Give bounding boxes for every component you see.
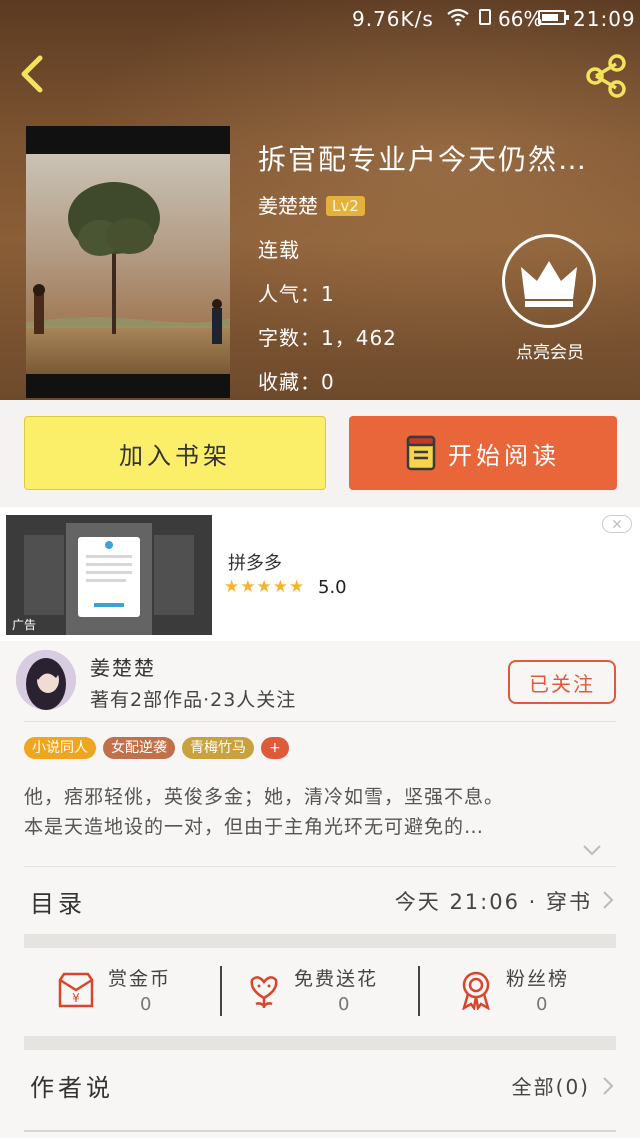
author-says-all: 全部(0) xyxy=(511,1075,590,1099)
share-icon[interactable] xyxy=(584,54,628,98)
star-rating-icon: ★★★★★ xyxy=(224,577,306,597)
svg-text:¥: ¥ xyxy=(72,991,80,1005)
author-says-row[interactable]: 作者说 全部(0) xyxy=(0,1052,640,1118)
level-badge: Lv2 xyxy=(326,196,365,216)
tag-item[interactable]: 女配逆袭 xyxy=(103,737,175,759)
book-header: 9.76K/s 66% 21:09 拆官配专业户今天仍然… 姜楚楚 Lv2 连载… xyxy=(0,0,640,400)
stat-label: 粉丝榜 xyxy=(506,968,570,990)
network-speed: 9.76K/s xyxy=(352,7,434,31)
flower-icon xyxy=(250,976,278,1008)
reward-coins-button[interactable]: ¥ 赏金币 0 xyxy=(24,950,220,1034)
start-reading-button[interactable]: 开始阅读 xyxy=(349,416,617,490)
book-icon xyxy=(406,435,436,471)
popularity: 人气：1 xyxy=(258,282,335,306)
stat-label: 免费送花 xyxy=(294,968,379,990)
toc-label: 目录 xyxy=(30,890,86,918)
support-stats: ¥ 赏金币 0 免费送花 0 粉丝榜 0 xyxy=(24,950,616,1034)
medal-icon xyxy=(462,971,490,1010)
synopsis-line: 他，痞邪轻佻，英俊多金；她，清冷如雪，坚强不息。 xyxy=(24,786,505,808)
author-says-label: 作者说 xyxy=(30,1074,114,1102)
ad-thumbnail[interactable]: 广告 xyxy=(6,515,212,635)
vip-label[interactable]: 点亮会员 xyxy=(498,338,602,363)
add-to-shelf-label: 加入书架 xyxy=(119,441,231,470)
stat-count: 0 xyxy=(536,994,548,1015)
start-reading-label: 开始阅读 xyxy=(448,441,560,470)
close-icon[interactable] xyxy=(602,515,632,533)
ad-app-name[interactable]: 拼多多 xyxy=(228,549,282,575)
chevron-down-icon[interactable] xyxy=(582,844,602,856)
send-flowers-button[interactable]: 免费送花 0 xyxy=(222,950,418,1034)
table-of-contents-row[interactable]: 目录 今天 21:06 · 穿书 xyxy=(0,870,640,930)
battery-percent: 66% xyxy=(498,7,543,31)
battery-icon xyxy=(538,10,569,25)
section-separator xyxy=(24,1036,616,1050)
chevron-right-icon xyxy=(603,1077,614,1095)
section-separator xyxy=(24,934,616,948)
synopsis-line: 本是天造地设的一对，但由于主角光环无可避免的… xyxy=(24,816,485,838)
divider xyxy=(24,866,616,867)
avatar[interactable] xyxy=(16,650,76,710)
stat-label: 赏金币 xyxy=(108,968,172,990)
favorites-count: 收藏：0 xyxy=(258,370,335,394)
status-bar: 9.76K/s 66% 21:09 xyxy=(0,0,640,38)
sim-icon xyxy=(479,9,491,25)
book-title: 拆官配专业户今天仍然… xyxy=(258,143,589,176)
crown-icon[interactable] xyxy=(502,234,596,328)
author-row: 姜楚楚 Lv2 xyxy=(258,190,365,219)
clock: 21:09 xyxy=(573,7,636,31)
synopsis[interactable]: 他，痞邪轻佻，英俊多金；她，清冷如雪，坚强不息。 本是天造地设的一对，但由于主角… xyxy=(24,782,616,842)
divider xyxy=(24,1130,616,1132)
divider xyxy=(24,721,616,722)
author-name-label[interactable]: 姜楚楚 xyxy=(90,652,156,681)
author-name[interactable]: 姜楚楚 xyxy=(258,194,318,218)
ad-tag: 广告 xyxy=(12,618,37,632)
book-cover[interactable] xyxy=(26,126,230,398)
word-count: 字数：1，462 xyxy=(258,326,397,350)
add-to-shelf-button[interactable]: 加入书架 xyxy=(24,416,326,490)
tag-list: 小说同人 女配逆袭 青梅竹马 + xyxy=(24,737,289,759)
chevron-left-icon[interactable] xyxy=(14,54,50,94)
red-envelope-icon: ¥ xyxy=(58,972,94,1008)
tag-item[interactable]: 青梅竹马 xyxy=(182,737,254,759)
follow-button[interactable]: 已关注 xyxy=(508,660,616,704)
stat-count: 0 xyxy=(140,994,152,1015)
author-meta: 著有2部作品·23人关注 xyxy=(90,689,297,711)
ad-rating: 5.0 xyxy=(318,577,347,598)
latest-chapter: 今天 21:06 · 穿书 xyxy=(394,890,592,914)
ad-banner[interactable]: 广告 拼多多 ★★★★★ 5.0 xyxy=(0,507,640,641)
stat-count: 0 xyxy=(338,994,350,1015)
follow-label: 已关注 xyxy=(529,671,595,696)
wifi-icon xyxy=(447,8,469,26)
tag-item[interactable]: 小说同人 xyxy=(24,737,96,759)
chevron-right-icon xyxy=(603,891,614,909)
serial-status: 连载 xyxy=(258,238,300,262)
fan-ranking-button[interactable]: 粉丝榜 0 xyxy=(420,950,616,1034)
add-tag-button[interactable]: + xyxy=(261,737,289,759)
